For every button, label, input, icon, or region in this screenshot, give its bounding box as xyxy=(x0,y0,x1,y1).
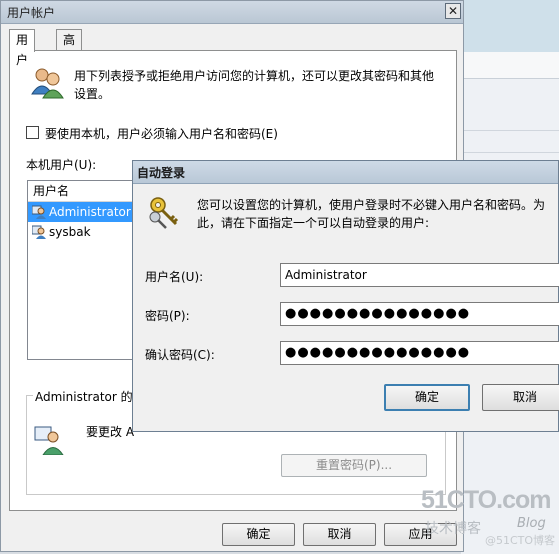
account-password-group-title: Administrator 的密 xyxy=(33,388,147,405)
cancel-label: 取消 xyxy=(327,527,352,541)
background-banner xyxy=(461,0,559,52)
intro-text: 用下列表授予或拒绝用户访问您的计算机，还可以更改其密码和其他设置。 xyxy=(74,69,435,101)
confirm-password-field[interactable]: ●●●●●●●●●●●●●●● xyxy=(280,341,559,365)
confirm-password-value: ●●●●●●●●●●●●●●● xyxy=(285,345,471,360)
require-login-checkbox[interactable] xyxy=(26,126,39,139)
auto-login-cancel-button[interactable]: 取消 xyxy=(482,384,559,411)
require-login-label: 要使用本机，用户必须输入用户名和密码(E) xyxy=(45,127,278,141)
watermark-blog: Blog xyxy=(517,516,546,531)
local-users-label: 本机用户(U): xyxy=(26,158,97,172)
auto-login-ok-label: 确定 xyxy=(414,390,439,404)
username-field[interactable]: Administrator xyxy=(280,263,559,287)
username-label: 用户名(U): xyxy=(145,270,204,284)
list-item-label: Administrator xyxy=(49,205,131,219)
dialog-title: 用户帐户 xyxy=(7,6,56,20)
user-icon xyxy=(32,205,46,219)
dialog-title-bar[interactable]: 用户帐户 ✕ xyxy=(1,1,463,24)
auto-login-title: 自动登录 xyxy=(137,166,186,180)
column-header-label: 用户名 xyxy=(33,184,70,198)
password-value: ●●●●●●●●●●●●●●● xyxy=(285,306,471,321)
list-item-label: sysbak xyxy=(49,225,91,239)
watermark-site: 51CTO.com xyxy=(421,486,551,514)
close-icon: ✕ xyxy=(447,4,459,18)
auto-login-cancel-label: 取消 xyxy=(512,390,537,404)
list-item-sysbak[interactable]: sysbak xyxy=(28,222,142,242)
keys-icon xyxy=(149,197,179,229)
watermark: 51CTO.com 技术博客 Blog @51CTO博客 xyxy=(421,486,555,547)
auto-login-title-bar[interactable]: 自动登录 xyxy=(133,161,558,184)
tab-advanced[interactable]: 高级 xyxy=(56,29,83,67)
cancel-button[interactable]: 取消 xyxy=(303,523,376,546)
column-header-username[interactable]: 用户名 xyxy=(28,181,142,202)
tab-users-label: 用户 xyxy=(16,33,29,67)
auto-login-ok-button[interactable]: 确定 xyxy=(384,384,470,411)
change-password-text: 要更改 A xyxy=(86,425,135,439)
password-label: 密码(P): xyxy=(145,309,190,323)
list-item-administrator[interactable]: Administrator xyxy=(28,202,142,222)
user-list[interactable]: 用户名 Administrator sysbak xyxy=(27,180,143,360)
reset-password-button[interactable]: 重置密码(P)... xyxy=(281,454,427,477)
tab-users[interactable]: 用户 xyxy=(9,29,36,67)
watermark-extra: @51CTO博客 xyxy=(485,534,556,547)
background-divider xyxy=(461,152,559,153)
users-icon xyxy=(31,68,64,99)
reset-password-label: 重置密码(P)... xyxy=(315,458,393,472)
user-icon xyxy=(32,225,46,239)
auto-login-dialog: 自动登录 您可以设置您的计算机，使用户登录时不必键入用户名和密码。为此，请在下面… xyxy=(132,160,559,432)
background-divider xyxy=(461,130,559,131)
auto-login-description: 您可以设置您的计算机，使用户登录时不必键入用户名和密码。为此，请在下面指定一个可… xyxy=(197,198,546,230)
confirm-password-label: 确认密码(C): xyxy=(145,348,215,362)
password-field[interactable]: ●●●●●●●●●●●●●●● xyxy=(280,302,559,326)
user-password-icon xyxy=(34,426,64,455)
background-toolbar xyxy=(461,52,559,79)
close-button[interactable]: ✕ xyxy=(445,3,461,19)
username-value: Administrator xyxy=(285,268,367,282)
require-login-row[interactable]: 要使用本机，用户必须输入用户名和密码(E) xyxy=(26,125,278,142)
ok-label: 确定 xyxy=(246,527,271,541)
watermark-tagline: 技术博客 xyxy=(425,521,481,537)
ok-button[interactable]: 确定 xyxy=(222,523,295,546)
